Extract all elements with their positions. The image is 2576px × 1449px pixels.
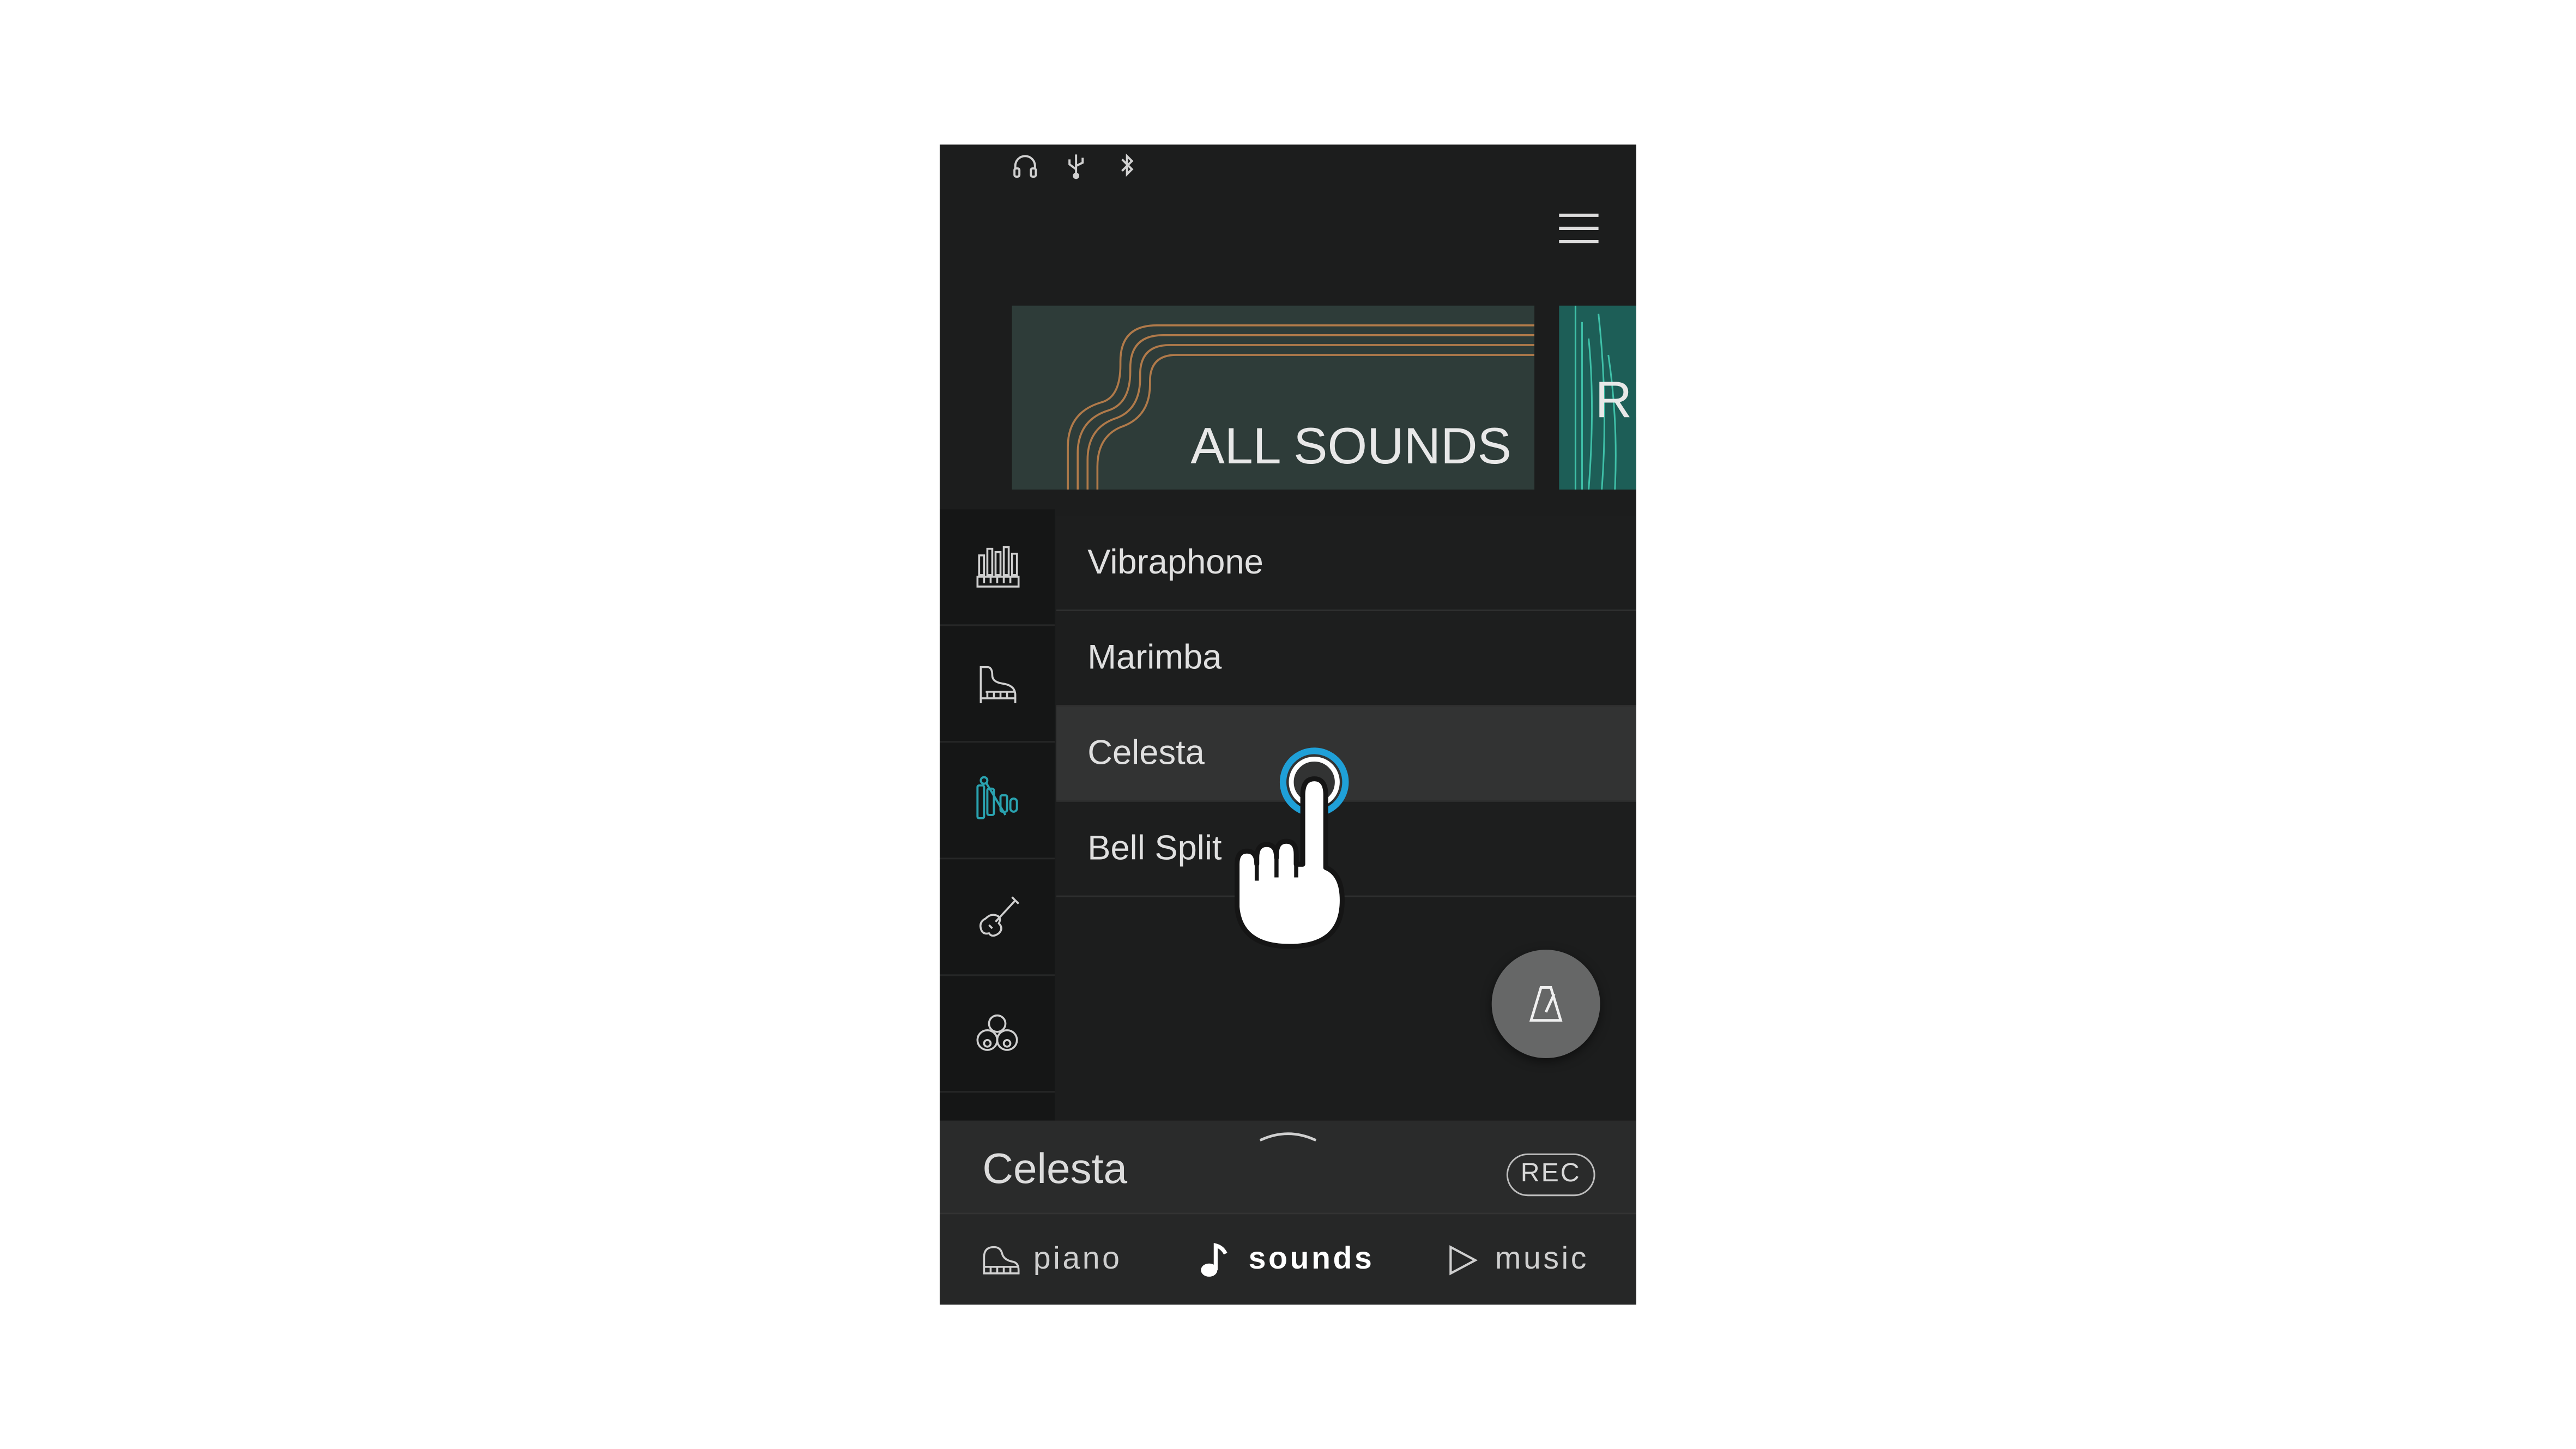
record-button[interactable]: REC — [1506, 1153, 1595, 1197]
usb-icon — [1061, 151, 1091, 180]
current-sound-title: Celesta — [982, 1143, 1128, 1193]
tab-music[interactable]: music — [1442, 1214, 1589, 1305]
category-sidebar — [940, 509, 1055, 1121]
metronome-icon — [1529, 986, 1563, 1022]
status-bar — [940, 144, 1636, 187]
tab-label: music — [1495, 1242, 1589, 1277]
sidebar-item-piano[interactable] — [940, 626, 1055, 743]
all-sounds-card[interactable]: ALL SOUNDS — [1012, 305, 1535, 490]
piano-icon — [983, 1246, 1020, 1275]
tab-piano[interactable]: piano — [981, 1214, 1122, 1305]
chevron-up-icon[interactable] — [1257, 1127, 1320, 1144]
mallet-percussion-icon — [976, 776, 1018, 819]
sidebar-item-strings[interactable] — [940, 859, 1055, 976]
sidebar-item-mallets[interactable] — [940, 742, 1055, 860]
sound-item-label: Vibraphone — [1087, 543, 1263, 581]
hamburger-menu-icon[interactable] — [1551, 207, 1606, 250]
sidebar-item-organ[interactable] — [940, 509, 1055, 626]
metronome-button[interactable] — [1491, 950, 1600, 1059]
card-label: RE — [1595, 371, 1636, 429]
app-window: ALL SOUNDS RE — [940, 144, 1636, 1305]
ensemble-icon — [976, 1014, 1018, 1051]
bottom-navigation: piano sounds music — [940, 1212, 1636, 1305]
sound-item-label: Bell Split — [1087, 829, 1222, 867]
grand-piano-icon — [979, 666, 1017, 703]
now-playing-bar[interactable]: Celesta REC — [940, 1120, 1636, 1213]
violin-icon — [979, 896, 1019, 937]
music-note-icon — [1201, 1242, 1227, 1277]
card-label: ALL SOUNDS — [1190, 417, 1511, 475]
bluetooth-icon — [1112, 151, 1141, 180]
app-header — [940, 188, 1636, 286]
sound-item-label: Celesta — [1087, 733, 1205, 772]
tab-label: sounds — [1248, 1242, 1375, 1277]
play-icon — [1449, 1245, 1478, 1276]
category-carousel[interactable]: ALL SOUNDS RE — [940, 305, 1636, 490]
screenshot-stage: ALL SOUNDS RE — [0, 0, 2576, 1449]
tab-label: piano — [1033, 1242, 1122, 1277]
sound-item-vibraphone[interactable]: Vibraphone — [1056, 516, 1636, 612]
sidebar-item-ensemble[interactable] — [940, 976, 1055, 1093]
sound-item-marimba[interactable]: Marimba — [1056, 611, 1636, 707]
category-card[interactable]: RE — [1559, 305, 1636, 490]
sound-item-label: Marimba — [1087, 638, 1222, 677]
headphones-icon — [1011, 151, 1040, 180]
tap-gesture-icon — [1235, 747, 1349, 949]
organ-icon — [976, 546, 1020, 588]
tab-sounds[interactable]: sounds — [1196, 1214, 1374, 1305]
